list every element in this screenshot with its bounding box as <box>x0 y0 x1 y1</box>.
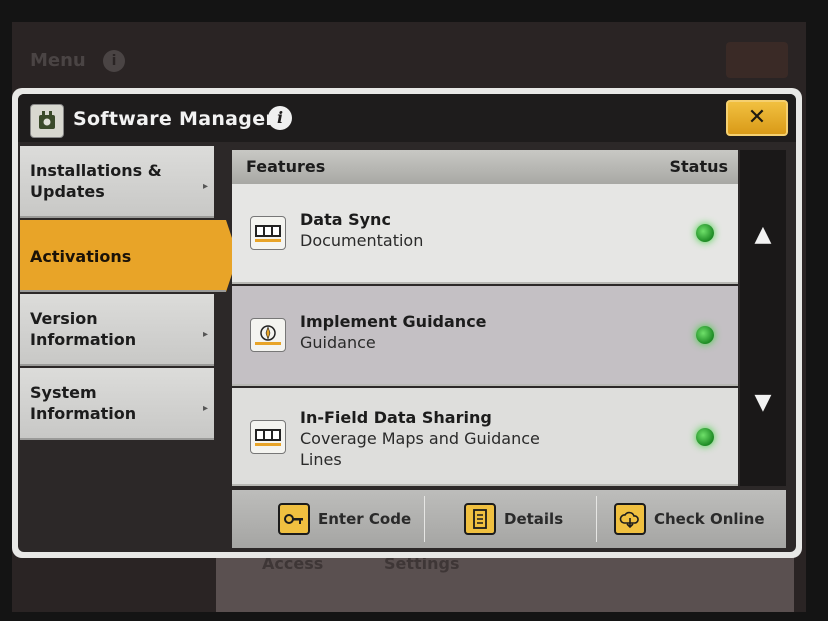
action-button-bar: Enter Code Details Check Online <box>232 490 786 548</box>
sidebar-item-system-information[interactable]: System Information ▸ <box>20 368 214 440</box>
features-panel: Features Status Data Sync Documentation … <box>232 150 786 548</box>
dialog-titlebar: Software Manager i ✕ <box>18 94 796 142</box>
sidebar-item-label: Installations & Updates <box>30 161 162 201</box>
features-column-header: Features <box>246 157 326 176</box>
sidebar-item-label: Version Information <box>30 309 137 349</box>
chevron-right-icon: ▸ <box>202 403 208 414</box>
button-divider <box>424 496 425 542</box>
document-icon <box>464 503 496 535</box>
status-indicator <box>696 326 714 344</box>
background-close-button <box>726 42 788 78</box>
dialog-title: Software Manager <box>73 108 276 130</box>
feature-row-implement-guidance[interactable]: Implement Guidance Guidance <box>232 286 738 386</box>
status-indicator <box>696 428 714 446</box>
details-button[interactable]: Details <box>464 490 563 548</box>
feature-row-in-field-data-sharing[interactable]: In-Field Data Sharing Coverage Maps and … <box>232 388 738 486</box>
feature-category: Coverage Maps and Guidance Lines <box>300 429 540 469</box>
counter-icon <box>250 216 286 250</box>
button-divider <box>596 496 597 542</box>
scroll-up-button[interactable]: ▲ <box>740 150 786 318</box>
sidebar-item-installations-updates[interactable]: Installations & Updates ▸ <box>20 146 214 218</box>
feature-category: Documentation <box>300 231 424 250</box>
feature-name: Implement Guidance <box>300 312 487 331</box>
feature-category: Guidance <box>300 333 376 352</box>
scroll-down-button[interactable]: ▼ <box>740 318 786 486</box>
software-manager-dialog: Software Manager i ✕ Installations & Upd… <box>12 88 802 558</box>
feature-row-data-sync[interactable]: Data Sync Documentation <box>232 184 738 284</box>
chevron-right-icon: ▸ <box>202 181 208 192</box>
status-column-header: Status <box>669 157 728 176</box>
sidebar-item-label: Activations <box>30 247 132 266</box>
background-menu-title: Menu <box>30 50 86 71</box>
check-online-label: Check Online <box>654 510 765 528</box>
feature-name: Data Sync <box>300 210 391 229</box>
sidebar-item-activations[interactable]: Activations <box>20 220 238 292</box>
software-manager-icon <box>30 104 64 138</box>
features-list-header: Features Status <box>232 150 738 184</box>
sidebar-item-version-information[interactable]: Version Information ▸ <box>20 294 214 366</box>
chevron-right-icon: ▸ <box>202 329 208 340</box>
sidebar-item-label: System Information <box>30 383 137 423</box>
compass-icon <box>250 318 286 352</box>
cloud-download-icon <box>614 503 646 535</box>
enter-code-button[interactable]: Enter Code <box>278 490 411 548</box>
close-button[interactable]: ✕ <box>726 100 788 136</box>
dialog-body: Software Manager i ✕ Installations & Upd… <box>18 94 796 552</box>
info-icon[interactable]: i <box>268 106 292 130</box>
counter-icon <box>250 420 286 454</box>
key-icon <box>278 503 310 535</box>
check-online-button[interactable]: Check Online <box>614 490 765 548</box>
list-scrollbar: ▲ ▼ <box>740 150 786 486</box>
enter-code-label: Enter Code <box>318 510 412 528</box>
background-info-icon: i <box>103 50 125 72</box>
details-label: Details <box>504 510 564 528</box>
feature-name: In-Field Data Sharing <box>300 408 492 427</box>
status-indicator <box>696 224 714 242</box>
